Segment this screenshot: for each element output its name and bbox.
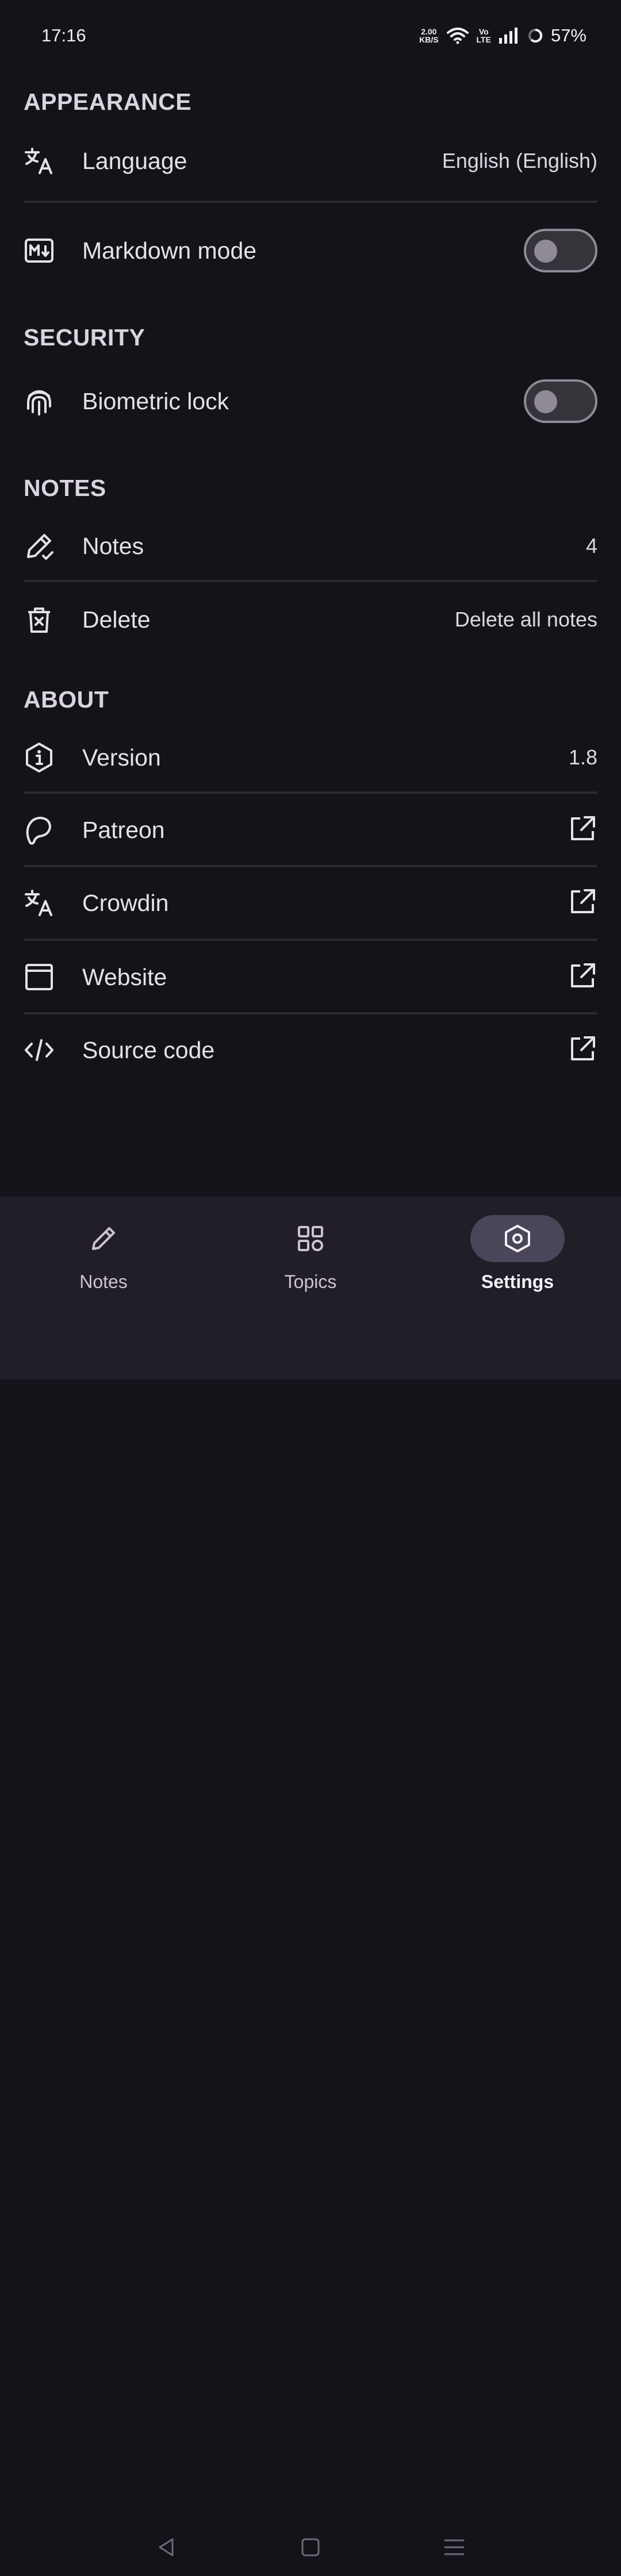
divider (24, 1012, 597, 1014)
divider (24, 939, 597, 941)
recents-menu-icon[interactable] (443, 2536, 466, 2559)
notes-count-row: Notes 4 (24, 529, 597, 563)
hexagon-settings-icon (505, 1225, 530, 1252)
battery-icon (528, 28, 543, 43)
translate-icon (24, 886, 58, 920)
home-icon[interactable] (299, 2536, 322, 2559)
section-security: SECURITY (24, 324, 145, 351)
delete-row[interactable]: Delete Delete all notes (24, 602, 597, 637)
back-icon[interactable] (155, 2536, 178, 2559)
divider (24, 791, 597, 794)
nav-topics[interactable]: Topics (207, 1197, 414, 1329)
section-about: ABOUT (24, 686, 109, 713)
nav-settings-label: Settings (481, 1271, 554, 1292)
divider (24, 201, 597, 203)
biometric-toggle[interactable] (524, 379, 597, 423)
pencil-icon (92, 1227, 115, 1250)
markdown-setting[interactable]: Markdown mode (24, 228, 597, 274)
volte-indicator: Vo LTE (476, 27, 491, 44)
info-hexagon-icon (24, 740, 58, 775)
version-value: 1.8 (568, 745, 597, 769)
nav-topics-pill (263, 1215, 358, 1262)
external-link-icon (568, 1034, 597, 1067)
crowdin-label: Crowdin (82, 889, 169, 916)
delete-all-notes-button[interactable]: Delete all notes (455, 608, 597, 632)
toggle-knob (534, 390, 557, 413)
fingerprint-icon (24, 384, 58, 418)
external-link-icon (568, 887, 597, 920)
section-appearance: APPEARANCE (24, 89, 192, 115)
wifi-icon (446, 28, 469, 44)
source-code-label: Source code (82, 1036, 215, 1063)
status-time: 17:16 (41, 25, 86, 45)
delete-label: Delete (82, 606, 151, 633)
website-link[interactable]: Website (24, 960, 597, 994)
crowdin-link[interactable]: Crowdin (24, 886, 597, 920)
battery-percent: 57% (550, 25, 586, 45)
bottom-navigation: Notes Topics Settings (0, 1197, 621, 2556)
status-icons: 2.00 KB/S Vo LTE 57% (419, 25, 586, 46)
language-label: Language (82, 147, 187, 174)
version-label: Version (82, 744, 161, 771)
nav-topics-label: Topics (284, 1271, 337, 1292)
version-row: Version 1.8 (24, 740, 597, 775)
signal-icon (499, 28, 518, 44)
external-link-icon (568, 814, 597, 847)
system-navigation-bar (0, 2519, 621, 2576)
divider (24, 580, 597, 582)
source-code-link[interactable]: Source code (24, 1033, 597, 1067)
markdown-label: Markdown mode (82, 237, 257, 264)
nav-notes-label: Notes (79, 1271, 128, 1292)
nav-settings[interactable]: Settings (414, 1197, 621, 1329)
patreon-link[interactable]: Patreon (24, 813, 597, 847)
markdown-icon (24, 233, 58, 268)
nav-settings-pill (470, 1215, 565, 1262)
nav-notes-pill (56, 1215, 151, 1262)
pencil-check-icon (24, 529, 58, 563)
section-notes: NOTES (24, 475, 106, 501)
toggle-knob (534, 240, 557, 263)
notes-label: Notes (82, 532, 144, 559)
code-icon (24, 1033, 58, 1067)
grid-icon (298, 1226, 323, 1251)
status-bar: 17:16 2.00 KB/S Vo LTE 57% (0, 0, 621, 71)
language-value: English (English) (442, 149, 597, 172)
trash-icon (24, 602, 58, 637)
external-link-icon (568, 961, 597, 994)
biometric-setting[interactable]: Biometric lock (24, 378, 597, 424)
notes-count-value: 4 (585, 534, 597, 558)
net-speed: 2.00 KB/S (419, 27, 439, 44)
patreon-icon (24, 813, 58, 847)
language-setting[interactable]: Language English (English) (24, 144, 597, 178)
divider (24, 865, 597, 867)
translate-icon (24, 144, 58, 178)
markdown-toggle[interactable] (524, 229, 597, 272)
patreon-label: Patreon (82, 816, 165, 843)
browser-window-icon (24, 960, 58, 994)
nav-notes[interactable]: Notes (0, 1197, 207, 1329)
website-label: Website (82, 963, 167, 990)
biometric-label: Biometric lock (82, 387, 229, 414)
